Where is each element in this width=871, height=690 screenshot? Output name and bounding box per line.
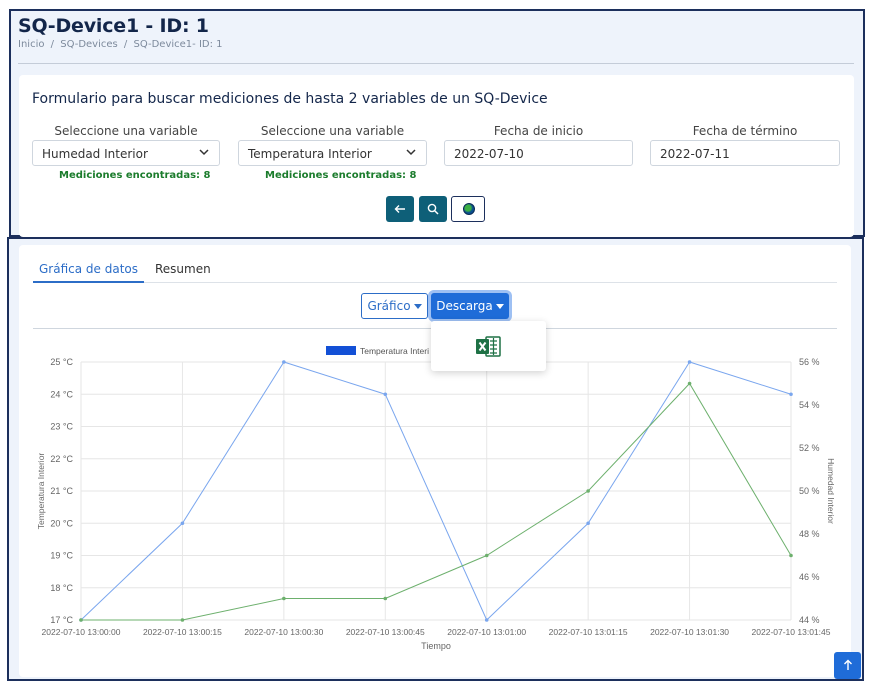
y-right-tick-label: 54 % [799,400,820,410]
data-point [383,392,388,397]
y-left-tick-label: 22 °C [50,454,73,464]
x-tick-label: 2022-07-10 13:01:00 [447,627,526,637]
x-tick-label: 2022-07-10 13:01:30 [650,627,729,637]
y-left-tick-label: 17 °C [50,615,73,625]
x-tick-label: 2022-07-10 13:00:15 [143,627,222,637]
x-axis-label: Tiempo [421,641,451,651]
y-right-tick-label: 44 % [799,615,820,625]
y-right-tick-label: 48 % [799,529,820,539]
data-point [282,360,286,364]
y-left-tick-label: 25 °C [50,357,73,367]
y-right-tick-label: 46 % [799,572,820,582]
x-tick-label: 2022-07-10 13:00:45 [346,627,425,637]
data-point [687,381,692,386]
y-right-tick-label: 56 % [799,357,820,367]
y-left-tick-label: 18 °C [50,583,73,593]
y-left-tick-label: 24 °C [50,389,73,399]
arrow-up-icon [843,659,852,670]
x-tick-label: 2022-07-10 13:00:00 [42,627,121,637]
data-point [484,553,489,558]
y-left-tick-label: 20 °C [50,518,73,528]
data-point [180,618,185,622]
data-point [789,553,793,558]
data-point [586,521,590,526]
data-point [383,596,388,601]
y-right-axis-label: Humedad Interior [826,458,836,524]
data-point [180,521,185,526]
x-tick-label: 2022-07-10 13:01:15 [549,627,628,637]
y-left-axis-label: Temperatura Interior [36,453,46,530]
series-line [81,382,792,621]
data-point [484,618,489,622]
x-tick-label: 2022-07-10 13:01:45 [752,627,831,637]
x-tick-label: 2022-07-10 13:00:30 [244,627,323,637]
data-point [789,392,793,397]
data-point [586,489,590,493]
y-left-tick-label: 23 °C [50,422,73,432]
data-point [79,618,83,622]
legend-label: Temperatura Interi [360,346,429,356]
data-point [687,360,692,364]
y-right-tick-label: 50 % [799,486,820,496]
legend-swatch [326,346,356,355]
y-right-tick-label: 52 % [799,443,820,453]
y-left-tick-label: 19 °C [50,551,73,561]
y-left-tick-label: 21 °C [50,486,73,496]
scroll-to-top-button[interactable] [834,652,861,679]
excel-icon[interactable] [476,336,501,357]
data-point [282,596,286,601]
